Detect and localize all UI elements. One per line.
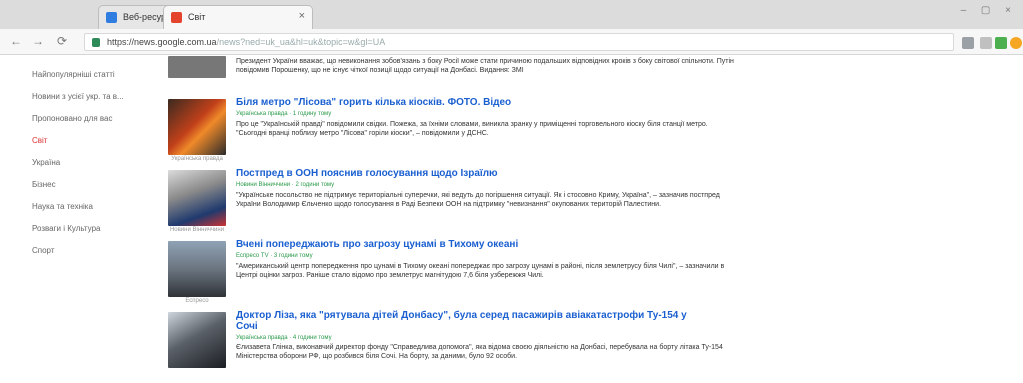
news-story: Новини Вінниччини Постпред в ООН пояснив… (168, 168, 728, 238)
url-input[interactable]: https://news.google.com.ua/news?ned=uk_u… (84, 33, 954, 51)
story-source-time: Українська правда · 4 години тому (236, 335, 332, 341)
bookmark-star-icon[interactable] (980, 37, 992, 49)
sidebar-item-for-you[interactable]: Пропоновано для вас (32, 108, 152, 130)
sidebar-item-science-tech[interactable]: Наука та техніка (32, 196, 152, 218)
tab-world-news[interactable]: Світ × (163, 5, 313, 29)
tab-label: Світ (188, 12, 206, 22)
thumbnail-source: Українська правда (171, 156, 223, 162)
news-story: Доктор Ліза, яка "рятувала дітей Донбасу… (168, 310, 728, 383)
story-snippet: "Українське посольство не підтримує тери… (236, 192, 720, 208)
secure-lock-icon (92, 38, 100, 47)
profile-icon[interactable] (1010, 37, 1022, 49)
google-drive-icon (106, 12, 117, 23)
url-path: /news?ned=uk_ua&hl=uk&topic=w&gl=UA (216, 37, 386, 47)
window-controls[interactable]: – ▢ × (961, 5, 1017, 16)
sidebar-item-business[interactable]: Бізнес (32, 174, 152, 196)
story-thumbnail[interactable] (168, 99, 226, 155)
story-thumbnail[interactable] (168, 170, 226, 226)
sidebar-item-local[interactable]: Новини з усієї укр. та в... (32, 86, 152, 108)
story-headline[interactable]: Постпред в ООН пояснив голосування щодо … (236, 168, 498, 179)
sidebar-item-top-stories[interactable]: Найпопулярніші статті (32, 64, 152, 86)
sidebar-item-ukraine[interactable]: Україна (32, 152, 152, 174)
thumbnail-source: Новини Вінниччини (169, 227, 225, 233)
story-snippet: Президент України вважає, що невиконання… (236, 58, 734, 74)
news-story: Українська правда Біля метро "Лісова" го… (168, 97, 728, 167)
sidebar-item-entertainment[interactable]: Розваги і Культура (32, 218, 152, 240)
story-headline[interactable]: Вчені попереджають про загрозу цунамі в … (236, 239, 518, 250)
address-bar-row: ← → ⟳ https://news.google.com.ua/news?ne… (0, 29, 1023, 55)
story-headline[interactable]: Доктор Ліза, яка "рятувала дітей Донбасу… (236, 310, 706, 332)
url-host: https://news.google.com.ua (107, 37, 217, 47)
sidebar-nav: Найпопулярніші статті Новини з усієї укр… (32, 64, 152, 262)
reload-icon[interactable]: ⟳ (57, 34, 67, 48)
translate-icon[interactable] (962, 37, 974, 49)
close-tab-icon[interactable]: × (299, 10, 305, 22)
story-snippet: Єлизавета Глінка, виконавчий директор фо… (236, 344, 723, 360)
story-source-time: Українська правда · 1 годину тому (236, 111, 332, 117)
extension-icon[interactable] (995, 37, 1007, 49)
news-story: Президент України вважає, що невиконання… (168, 56, 734, 96)
sidebar-item-world[interactable]: Світ (32, 130, 152, 152)
story-headline[interactable]: Біля метро "Лісова" горить кілька кіоскі… (236, 97, 511, 108)
story-source-time: Еспресо TV · 3 години тому (236, 253, 313, 259)
story-snippet: Про це "Українській правді" повідомили с… (236, 121, 708, 137)
story-snippet: "Американський центр попередження про цу… (236, 263, 725, 279)
google-news-icon (171, 12, 182, 23)
back-icon[interactable]: ← (10, 34, 22, 48)
story-thumbnail[interactable] (168, 56, 226, 78)
sidebar-item-sports[interactable]: Спорт (32, 240, 152, 262)
story-source-time: Новини Вінниччини · 2 години тому (236, 182, 335, 188)
forward-icon[interactable]: → (32, 34, 44, 48)
story-thumbnail[interactable] (168, 312, 226, 368)
story-thumbnail[interactable] (168, 241, 226, 297)
news-story: Еспресо Вчені попереджають про загрозу ц… (168, 239, 728, 309)
tab-bar: Веб-ресурсы – Google Диск × Світ × – ▢ × (0, 0, 1023, 29)
thumbnail-source: Еспресо (185, 298, 209, 304)
